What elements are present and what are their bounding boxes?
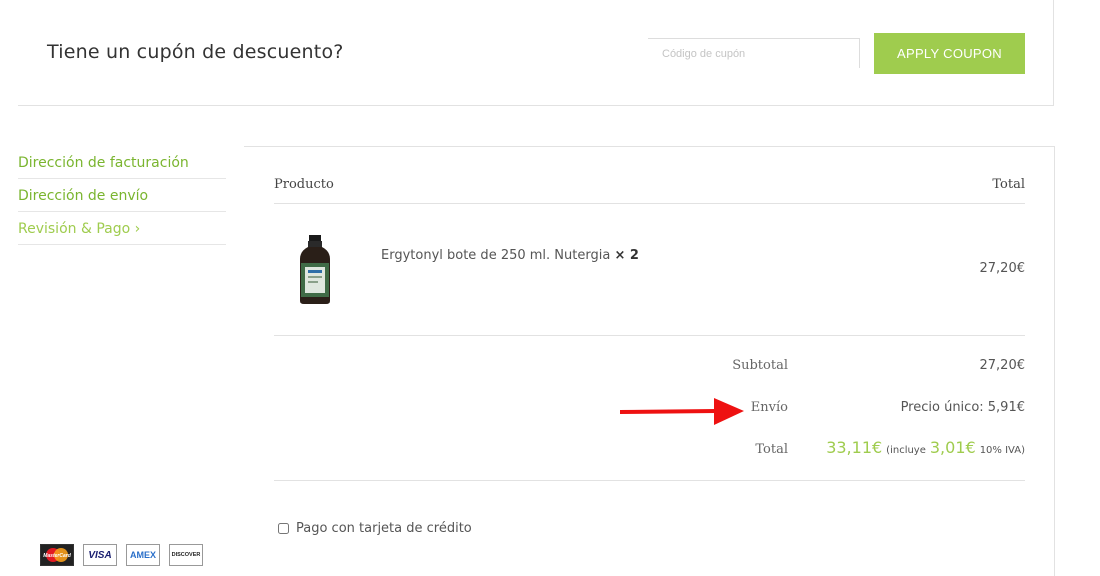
- subtotal-label: Subtotal: [732, 358, 788, 373]
- coupon-section: Tiene un cupón de descuento? APPLY COUPO…: [18, 0, 1054, 106]
- red-arrow-icon: [620, 398, 744, 425]
- order-tax-label: 10% IVA): [979, 445, 1025, 456]
- product-bottle-image: [300, 235, 330, 304]
- order-review-panel: Producto Total Ergytonyl bote de 250 ml.…: [244, 146, 1055, 576]
- visa-icon: VISA: [83, 544, 117, 566]
- shipping-label: Envío: [750, 400, 788, 415]
- coupon-code-input[interactable]: [648, 38, 860, 68]
- checkout-steps: Dirección de facturación Dirección de en…: [18, 146, 226, 245]
- divider: [274, 480, 1025, 481]
- order-total-includes: (incluye: [886, 445, 926, 456]
- amex-icon: AMEX: [126, 544, 160, 566]
- divider: [274, 203, 1025, 204]
- payment-option-label: Pago con tarjeta de crédito: [296, 521, 472, 536]
- column-header-product: Producto: [274, 177, 334, 192]
- payment-option-credit-card[interactable]: Pago con tarjeta de crédito: [278, 521, 472, 536]
- order-total: 33,11€ (incluye 3,01€ 10% IVA): [826, 438, 1025, 457]
- card-label-mastercard: MasterCard: [43, 553, 71, 559]
- order-total-amount: 33,11€: [826, 438, 883, 457]
- product-line-total: 27,20€: [979, 261, 1026, 276]
- coupon-title: Tiene un cupón de descuento?: [47, 41, 344, 63]
- step-shipping-address[interactable]: Dirección de envío: [18, 179, 226, 212]
- discover-icon: DISCOVER: [169, 544, 203, 566]
- step-billing-address[interactable]: Dirección de facturación: [18, 146, 226, 179]
- shipping-value: Precio único: 5,91€: [900, 400, 1025, 415]
- product-name: Ergytonyl bote de 250 ml. Nutergia × 2: [381, 248, 639, 263]
- apply-coupon-button[interactable]: APPLY COUPON: [874, 33, 1025, 74]
- total-label: Total: [755, 442, 788, 457]
- step-review-payment[interactable]: Revisión & Pago ›: [18, 212, 226, 245]
- subtotal-value: 27,20€: [979, 358, 1026, 373]
- credit-card-checkbox[interactable]: [278, 523, 289, 534]
- column-header-total: Total: [992, 177, 1025, 192]
- mastercard-icon: MasterCard: [40, 544, 74, 566]
- product-quantity: × 2: [614, 248, 639, 263]
- divider: [274, 335, 1025, 336]
- payment-card-logos: MasterCard VISA AMEX DISCOVER: [40, 544, 203, 566]
- order-tax-amount: 3,01€: [929, 438, 976, 457]
- product-name-text: Ergytonyl bote de 250 ml. Nutergia: [381, 248, 611, 263]
